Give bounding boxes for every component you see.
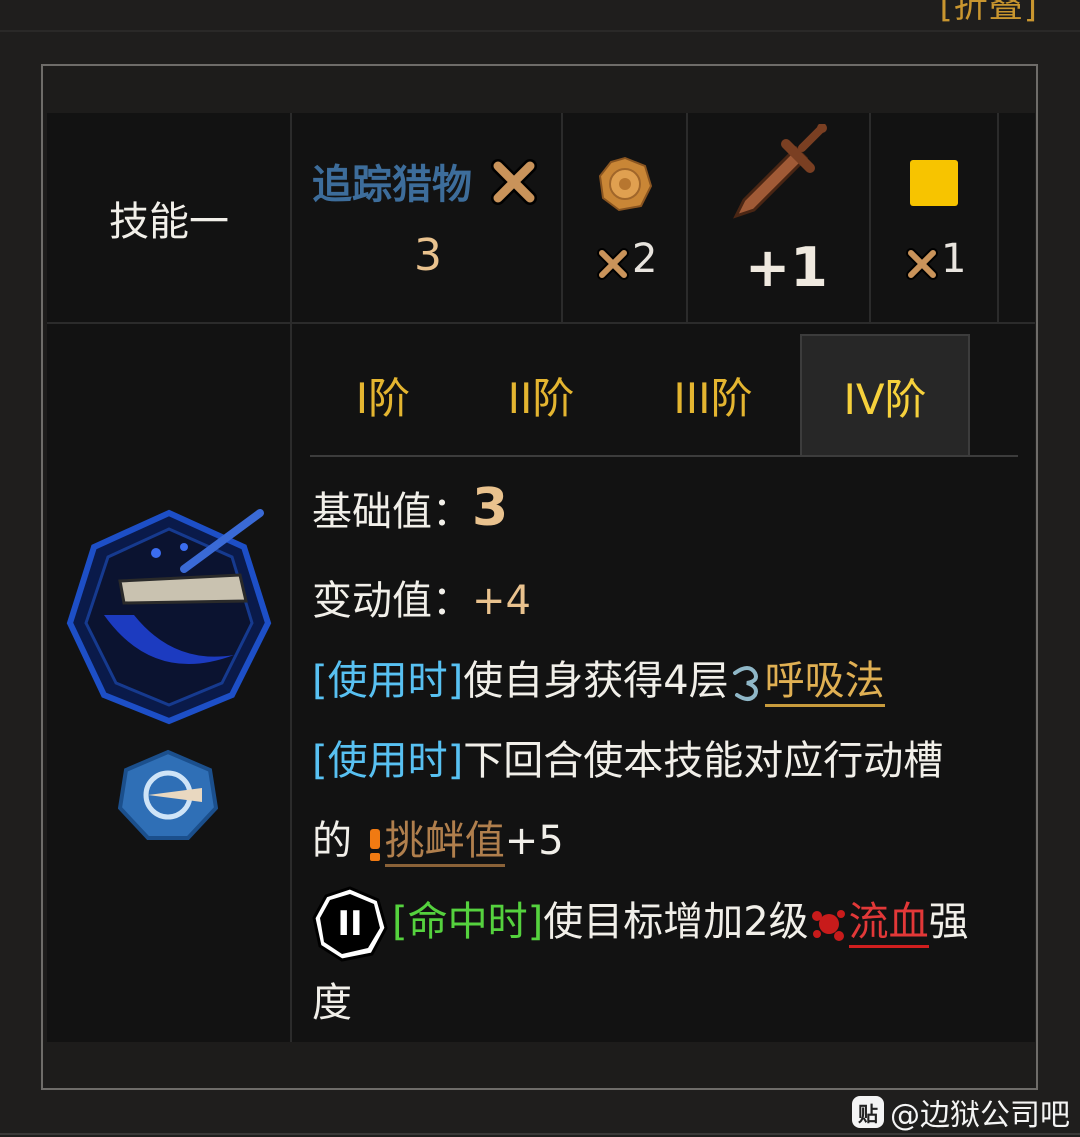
bleed-icon <box>811 910 845 941</box>
variation-line: 变动值：+4 <box>312 568 531 626</box>
effect-line-4: II [命中时]使目标增加2级 流血强 <box>312 886 969 962</box>
effect-text: 使目标增加2级 <box>543 899 809 945</box>
coin-two-icon: II <box>312 886 388 962</box>
variation-value: +4 <box>472 578 531 624</box>
bleed-keyword-link[interactable]: 流血 <box>848 899 929 948</box>
tab-rank-2[interactable]: II阶 <box>456 334 626 456</box>
effect-line-5: 度 <box>312 970 352 1028</box>
tab-rank-3[interactable]: III阶 <box>626 334 800 456</box>
watermark: 贴 @边狱公司吧 <box>852 1090 1070 1134</box>
tab-underline <box>310 455 1018 457</box>
divider <box>869 113 871 322</box>
effect-line-1: [使用时]使自身获得4层 呼吸法 <box>312 648 885 707</box>
breath-keyword-link[interactable]: 呼吸法 <box>764 658 885 707</box>
base-value-line: 基础值：3 <box>312 478 508 538</box>
tag-value: 3 <box>414 230 442 281</box>
trigger-on-hit: [命中时] <box>392 899 544 945</box>
tab-rank-4[interactable]: IV阶 <box>800 334 970 456</box>
cross-icon <box>906 248 938 280</box>
taunt-icon <box>369 829 380 861</box>
effect-text: 度 <box>312 980 352 1026</box>
slot-count: 1 <box>941 236 967 282</box>
effect-line-3: 的 挑衅值+5 <box>312 808 564 867</box>
effect-line-2: [使用时]下回合使本技能对应行动槽 <box>312 728 943 786</box>
coin-count: 2 <box>632 236 658 282</box>
coin-icon <box>598 156 653 212</box>
trigger-on-use: [使用时] <box>312 738 464 784</box>
rank-tabs: I阶 II阶 III阶 IV阶 <box>310 334 1018 456</box>
effect-text: 的 <box>312 818 352 864</box>
trigger-on-use: [使用时] <box>312 658 464 704</box>
background-decoration <box>0 30 1080 32</box>
effect-text: 强 <box>928 899 969 945</box>
attack-bonus: +1 <box>745 236 828 299</box>
skill-title: 技能一 <box>109 199 229 245</box>
divider <box>997 113 999 322</box>
skill-tag-link[interactable]: 追踪猎物 <box>312 152 472 210</box>
skill-slot-icon <box>910 160 958 206</box>
taunt-keyword-link[interactable]: 挑衅值 <box>384 818 505 867</box>
coin-two-label: II <box>337 904 363 944</box>
tieba-logo-icon: 贴 <box>852 1096 884 1128</box>
effect-text: 下回合使本技能对应行动槽 <box>463 738 944 784</box>
base-label: 基础值： <box>312 489 472 535</box>
base-value: 3 <box>472 478 509 538</box>
cross-icon <box>491 159 537 205</box>
tab-rank-1[interactable]: I阶 <box>310 334 456 456</box>
breath-icon <box>732 666 758 701</box>
skill-type-icon <box>118 749 218 840</box>
effect-text: 使自身获得4层 <box>463 658 729 704</box>
divider <box>686 113 688 322</box>
sword-icon <box>733 124 827 219</box>
variation-label: 变动值： <box>312 578 472 624</box>
watermark-text: @边狱公司吧 <box>890 1098 1070 1133</box>
fold-button[interactable]: [折叠] <box>939 0 1038 27</box>
effect-text: +5 <box>504 818 564 864</box>
skill-art-icon <box>66 509 272 725</box>
cross-icon <box>597 248 629 280</box>
divider <box>561 113 563 322</box>
